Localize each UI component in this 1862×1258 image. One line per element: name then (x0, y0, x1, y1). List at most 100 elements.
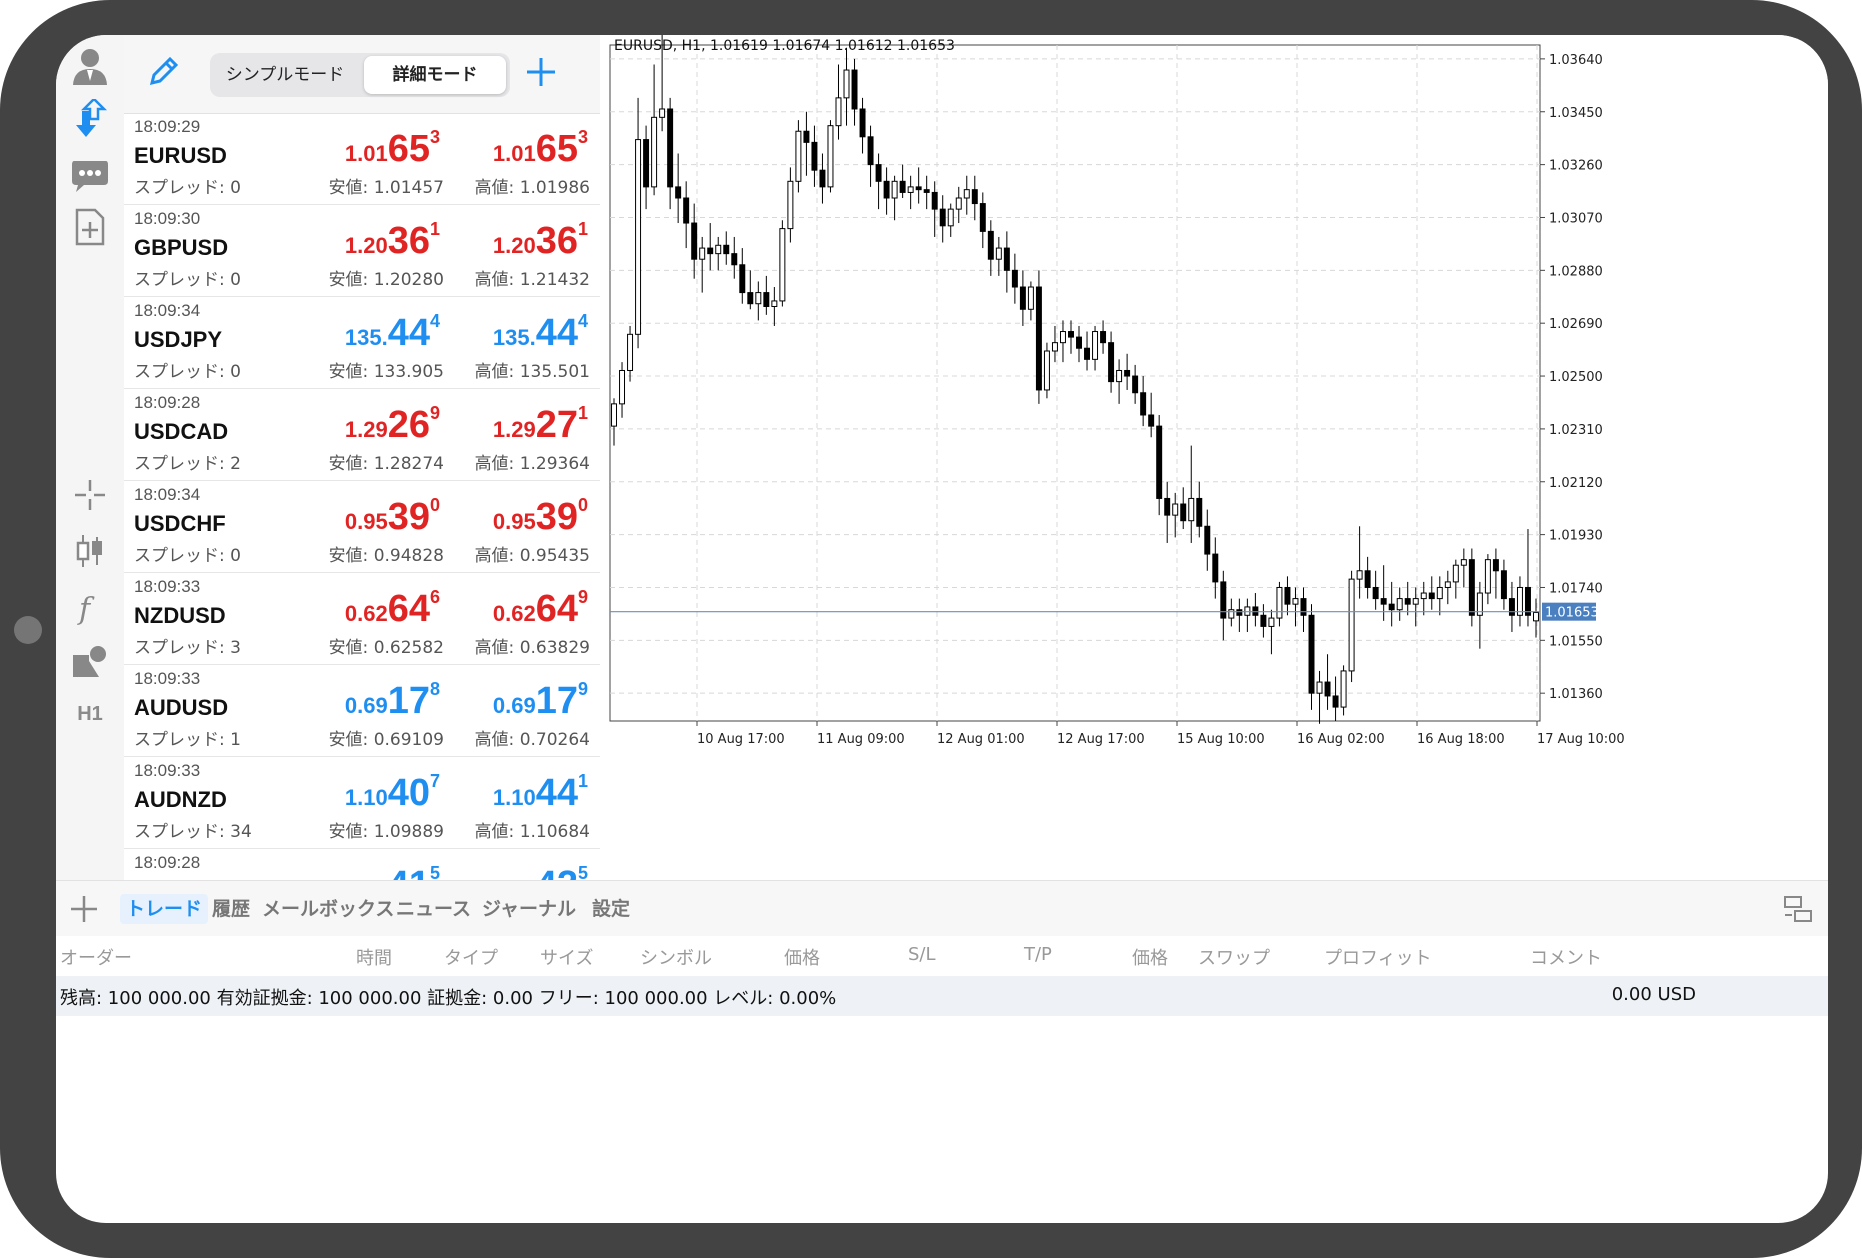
chart-title: EURUSD, H1, 1.01619 1.01674 1.01612 1.01… (614, 38, 955, 54)
ask-price[interactable]: 1.20361 (493, 219, 588, 263)
ask-price[interactable]: 0.95390 (493, 495, 588, 539)
terminal-tab[interactable]: ジャーナル (476, 894, 582, 924)
ask-price-pips: 42 (536, 864, 578, 880)
quote-time: 18:09:33 (134, 761, 201, 780)
column-header[interactable]: コメント (1530, 944, 1602, 970)
x-tick-label: 17 Aug 10:00 (1537, 732, 1625, 747)
ask-price[interactable]: 1.01653 (493, 127, 588, 171)
candle-body (827, 125, 834, 188)
simple-mode-tab[interactable]: シンプルモード (210, 53, 360, 97)
x-tick-label: 10 Aug 17:00 (697, 732, 785, 747)
candle-body (819, 169, 826, 188)
ask-price[interactable]: 0.69179 (493, 679, 588, 723)
column-header[interactable]: T/P (1024, 944, 1052, 965)
quote-symbol: USDJPY (134, 327, 223, 352)
chart-type-icon[interactable] (56, 533, 124, 569)
bid-price[interactable]: 1.10407 (345, 771, 440, 815)
quote-row[interactable]: 18:09:33 AUDNZD スプレッド: 34 安値: 1.09889 高値: 1.… (124, 757, 600, 849)
quote-row[interactable]: 18:09:28 USDCAD スプレッド: 2 安値: 1.28274 高値: 1.2… (124, 389, 600, 481)
quote-row[interactable]: 18:09:30 GBPUSD スプレッド: 0 安値: 1.20280 高値: 1.2… (124, 205, 600, 297)
new-document-icon[interactable] (56, 207, 124, 247)
column-header[interactable]: オーダー (60, 944, 132, 970)
column-header[interactable]: シンボル (640, 944, 712, 970)
terminal-tab[interactable]: 設定 (586, 894, 636, 924)
candle-body (939, 208, 946, 227)
ask-price[interactable]: 1.10441 (493, 771, 588, 815)
candle-body (771, 300, 778, 307)
candle-body (1420, 592, 1427, 600)
terminal-layout-icon[interactable] (1782, 893, 1814, 929)
bid-price[interactable]: 1.20361 (345, 219, 440, 263)
price-chart[interactable]: 1.03640 1.03450 1.03260 1.03070 1.02880 1.026… (600, 35, 1828, 880)
candle-body (1276, 586, 1283, 619)
quote-row[interactable]: 18:09:34 USDCHF スプレッド: 0 安値: 0.94828 高値: 0.9… (124, 481, 600, 573)
candle-body (1035, 286, 1042, 391)
bid-price[interactable]: 0.69178 (345, 679, 440, 723)
candle-body (1236, 609, 1243, 616)
crosshair-icon[interactable] (56, 478, 124, 512)
quote-row[interactable]: 18:09:33 NZDUSD スプレッド: 3 安値: 0.62582 高値: 0.6… (124, 573, 600, 665)
candle-body (755, 292, 762, 305)
quote-symbol: GBPUSD (134, 235, 229, 260)
terminal-tab[interactable]: メールボックス (256, 894, 400, 924)
column-header[interactable]: サイズ (540, 944, 593, 970)
candle-body (1220, 581, 1227, 619)
column-header[interactable]: 時間 (356, 944, 392, 970)
indicator-icon[interactable]: f (56, 591, 124, 627)
quote-row[interactable]: 18:09:34 USDJPY スプレッド: 0 安値: 133.905 高値: 135… (124, 297, 600, 389)
quote-time: 18:09:30 (134, 209, 201, 228)
ask-price-fraction: 1 (577, 771, 588, 791)
bid-price[interactable]: 135.444 (345, 311, 440, 355)
terminal-tab[interactable]: 履歴 (206, 894, 256, 924)
candle-body (1140, 392, 1147, 416)
terminal-add-icon[interactable] (68, 893, 100, 929)
ask-price-fraction: 4 (577, 311, 588, 331)
bid-price[interactable]: 0.62646 (345, 587, 440, 631)
terminal-tab[interactable]: ニュース (390, 894, 477, 924)
ask-price[interactable]: 135.444 (493, 311, 588, 355)
column-header[interactable]: プロフィット (1324, 944, 1432, 970)
quote-row[interactable]: 18:09:33 AUDUSD スプレッド: 1 安値: 0.69109 高値: 0.7… (124, 665, 600, 757)
candle-body (1460, 559, 1467, 566)
ask-price[interactable]: 1.29271 (493, 403, 588, 447)
candle-body (1324, 681, 1331, 697)
bid-price[interactable]: 415 (388, 863, 440, 880)
column-header[interactable]: S/L (908, 944, 936, 965)
column-header[interactable]: 価格 (1132, 944, 1168, 970)
candle-body (1436, 586, 1443, 600)
ask-price-fraction: 5 (577, 863, 588, 880)
svg-text:f: f (77, 592, 95, 627)
terminal-tab[interactable]: トレード (120, 894, 209, 924)
trade-arrows-icon[interactable] (56, 99, 124, 139)
add-symbol-plus-icon[interactable] (524, 55, 558, 93)
quote-symbol: EURUSD (134, 143, 227, 168)
timeframe-button[interactable]: H1 (56, 703, 124, 726)
objects-icon[interactable] (56, 643, 124, 679)
column-header[interactable]: タイプ (444, 944, 498, 970)
bid-price[interactable]: 1.01653 (345, 127, 440, 171)
quote-high: 高値: 1.10684 (474, 822, 590, 842)
column-header[interactable]: スワップ (1198, 944, 1270, 970)
candle-body (1180, 503, 1187, 522)
quote-row[interactable]: 18:09:28415425 (124, 849, 600, 880)
account-icon[interactable] (56, 45, 124, 85)
candle-body (1196, 497, 1203, 527)
candle-body (1492, 559, 1499, 572)
ask-price-prefix: 0.69 (492, 693, 536, 718)
candle-body (1428, 592, 1435, 600)
column-header[interactable]: 価格 (784, 944, 820, 970)
ask-price[interactable]: 425 (536, 863, 588, 880)
bid-price-pips: 39 (387, 496, 430, 538)
ask-price[interactable]: 0.62649 (493, 587, 588, 631)
chat-icon[interactable] (56, 157, 124, 193)
candle-body (1188, 497, 1195, 522)
bid-price-pips: 36 (387, 220, 430, 262)
bid-price[interactable]: 1.29269 (345, 403, 440, 447)
bid-price[interactable]: 0.95390 (345, 495, 440, 539)
quote-row[interactable]: 18:09:29 EURUSD スプレッド: 0 安値: 1.01457 高値: 1.0… (124, 113, 600, 205)
detailed-mode-tab[interactable]: 詳細モード (364, 56, 506, 94)
chart-canvas[interactable]: 1.03640 1.03450 1.03260 1.03070 1.02880 1.026… (600, 35, 1828, 880)
bid-price-prefix: 135. (344, 325, 388, 350)
candle-body (1043, 350, 1050, 391)
edit-pencil-icon[interactable] (146, 53, 182, 93)
